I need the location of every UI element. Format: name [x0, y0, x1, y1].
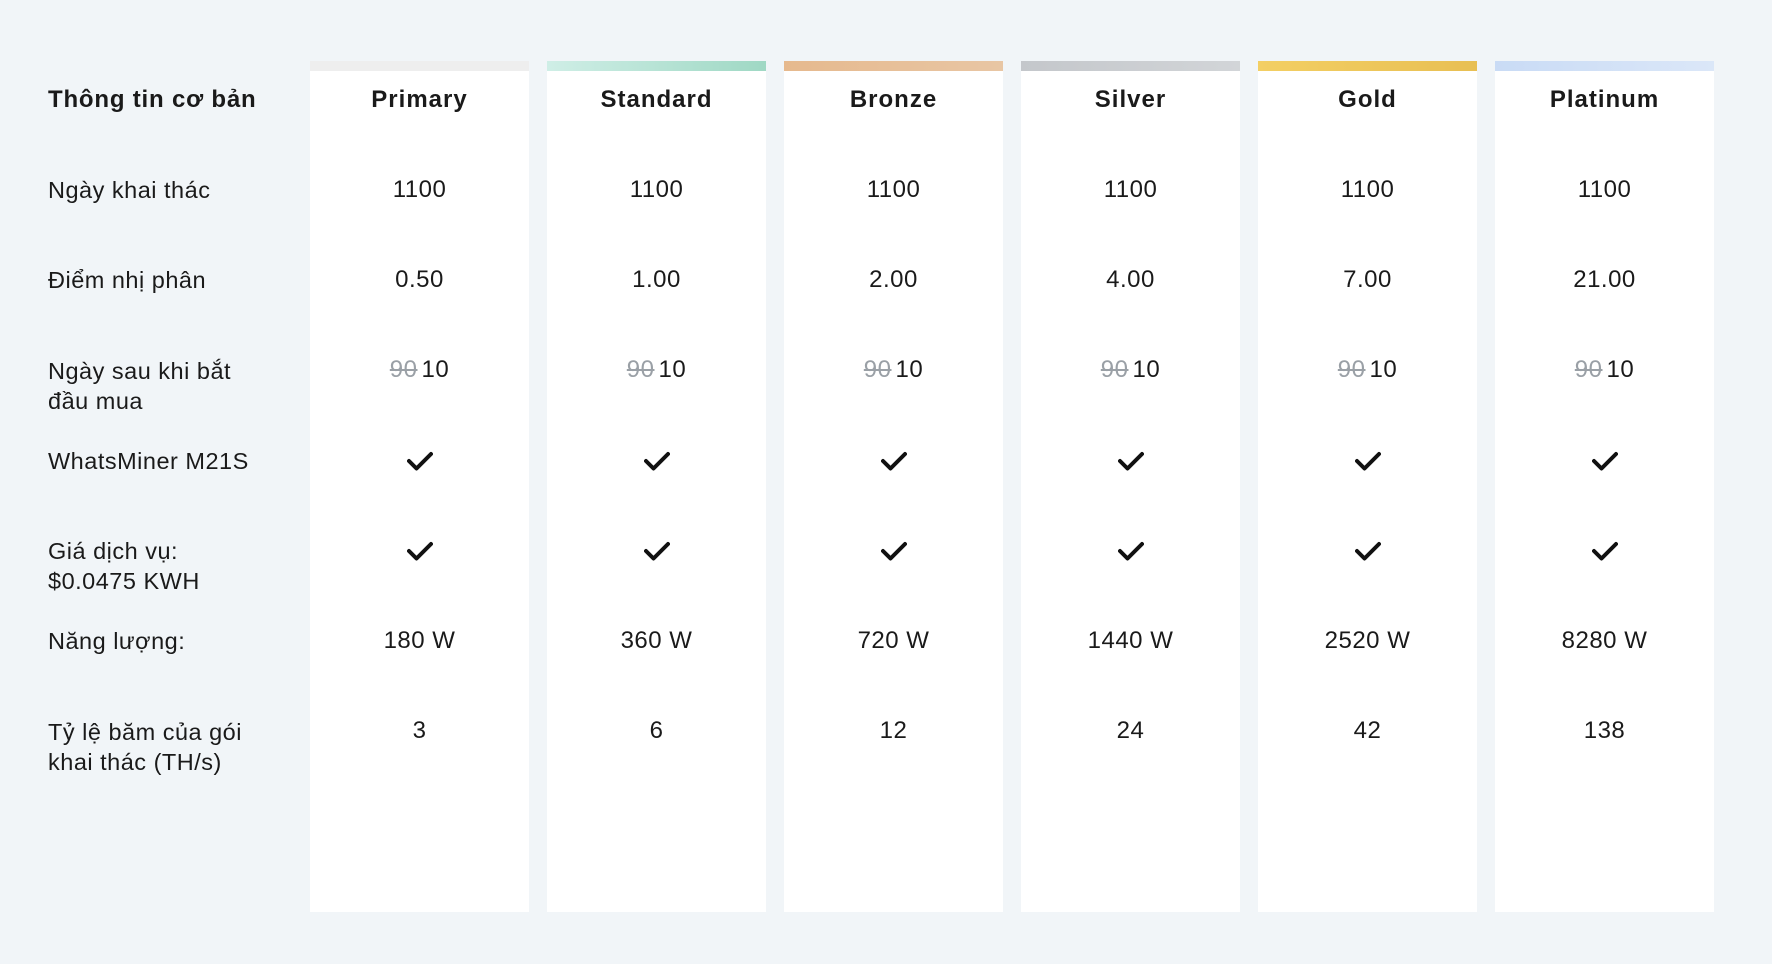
row-label-power: Năng lượng: — [48, 628, 186, 654]
days-after-purchase-value: 90 10 — [1258, 355, 1477, 385]
plan-accent-bar — [1495, 61, 1714, 71]
plan-accent-bar — [784, 61, 1003, 71]
days-new-value: 10 — [895, 356, 924, 383]
days-old-value: 90 — [1100, 356, 1129, 383]
row-label-hashrate: Tỷ lệ băm của gói khai thác (TH/s) — [48, 719, 242, 775]
days-after-purchase-value: 90 10 — [310, 355, 529, 385]
whatsminer-included — [310, 445, 529, 475]
mining-days-value: 1100 — [866, 176, 921, 203]
hashrate-value: 24 — [1116, 717, 1145, 744]
power-value: 720 W — [857, 627, 930, 654]
check-icon — [880, 451, 907, 471]
days-new-value: 10 — [658, 356, 687, 383]
plan-name: Primary — [371, 86, 468, 113]
header-label: Thông tin cơ bản — [48, 86, 257, 113]
binary-points-value: 2.00 — [869, 266, 918, 293]
days-old-value: 90 — [626, 356, 655, 383]
days-new-value: 10 — [421, 356, 450, 383]
plan-column-bronze: Bronze 1100 2.00 90 10 720 W 12 — [784, 61, 1003, 912]
whatsminer-included — [784, 445, 1003, 475]
binary-points-value: 1.00 — [632, 266, 681, 293]
plan-column-primary: Primary 1100 0.50 90 10 180 W 3 — [310, 61, 529, 912]
check-icon — [1354, 451, 1381, 471]
days-old-value: 90 — [1337, 356, 1366, 383]
service-fee-included — [1258, 535, 1477, 565]
row-label-service-fee: Giá dịch vụ: $0.0475 KWH — [48, 538, 200, 594]
whatsminer-included — [547, 445, 766, 475]
binary-points-value: 0.50 — [395, 266, 444, 293]
check-icon — [1591, 541, 1618, 561]
days-new-value: 10 — [1132, 356, 1161, 383]
power-value: 180 W — [383, 627, 456, 654]
mining-days-value: 1100 — [1103, 176, 1158, 203]
binary-points-value: 4.00 — [1106, 266, 1155, 293]
binary-points-value: 7.00 — [1343, 266, 1392, 293]
power-value: 360 W — [620, 627, 693, 654]
mining-days-value: 1100 — [392, 176, 447, 203]
power-value: 1440 W — [1087, 627, 1174, 654]
check-icon — [1591, 451, 1618, 471]
check-icon — [1117, 541, 1144, 561]
days-new-value: 10 — [1369, 356, 1398, 383]
days-after-purchase-value: 90 10 — [1495, 355, 1714, 385]
days-after-purchase-value: 90 10 — [1021, 355, 1240, 385]
service-fee-included — [310, 535, 529, 565]
power-value: 8280 W — [1561, 627, 1648, 654]
whatsminer-included — [1258, 445, 1477, 475]
row-label-binary-points: Điểm nhị phân — [48, 267, 207, 293]
row-label-whatsminer: WhatsMiner M21S — [48, 448, 249, 474]
days-old-value: 90 — [1574, 356, 1603, 383]
service-fee-included — [1495, 535, 1714, 565]
plan-name: Silver — [1094, 86, 1167, 113]
plan-column-silver: Silver 1100 4.00 90 10 1440 W 24 — [1021, 61, 1240, 912]
binary-points-value: 21.00 — [1573, 266, 1636, 293]
check-icon — [1117, 451, 1144, 471]
plan-name: Platinum — [1549, 86, 1660, 113]
plan-accent-bar — [547, 61, 766, 71]
hashrate-value: 12 — [879, 717, 908, 744]
days-after-purchase-value: 90 10 — [784, 355, 1003, 385]
days-new-value: 10 — [1606, 356, 1635, 383]
hashrate-value: 6 — [649, 717, 664, 744]
plan-accent-bar — [1021, 61, 1240, 71]
whatsminer-included — [1021, 445, 1240, 475]
whatsminer-included — [1495, 445, 1714, 475]
mining-days-value: 1100 — [1340, 176, 1395, 203]
row-label-mining-days: Ngày khai thác — [48, 177, 211, 203]
plan-name: Standard — [600, 86, 713, 113]
check-icon — [1354, 541, 1381, 561]
days-after-purchase-value: 90 10 — [547, 355, 766, 385]
check-icon — [880, 541, 907, 561]
service-fee-included — [1021, 535, 1240, 565]
mining-days-value: 1100 — [629, 176, 684, 203]
plan-column-standard: Standard 1100 1.00 90 10 360 W 6 — [547, 61, 766, 912]
check-icon — [643, 451, 670, 471]
hashrate-value: 138 — [1583, 717, 1626, 744]
plan-column-gold: Gold 1100 7.00 90 10 2520 W 42 — [1258, 61, 1477, 912]
mining-days-value: 1100 — [1577, 176, 1632, 203]
plan-column-platinum: Platinum 1100 21.00 90 10 8280 W 138 — [1495, 61, 1714, 912]
row-label-days-after-purchase: Ngày sau khi bắt đầu mua — [48, 358, 232, 414]
days-old-value: 90 — [389, 356, 418, 383]
hashrate-value: 42 — [1353, 717, 1382, 744]
days-old-value: 90 — [863, 356, 892, 383]
service-fee-included — [784, 535, 1003, 565]
service-fee-included — [547, 535, 766, 565]
check-icon — [406, 451, 433, 471]
plan-accent-bar — [310, 61, 529, 71]
hashrate-value: 3 — [412, 717, 427, 744]
plan-name: Bronze — [849, 86, 938, 113]
power-value: 2520 W — [1324, 627, 1411, 654]
check-icon — [643, 541, 670, 561]
check-icon — [406, 541, 433, 561]
plan-name: Gold — [1338, 86, 1397, 113]
plan-accent-bar — [1258, 61, 1477, 71]
